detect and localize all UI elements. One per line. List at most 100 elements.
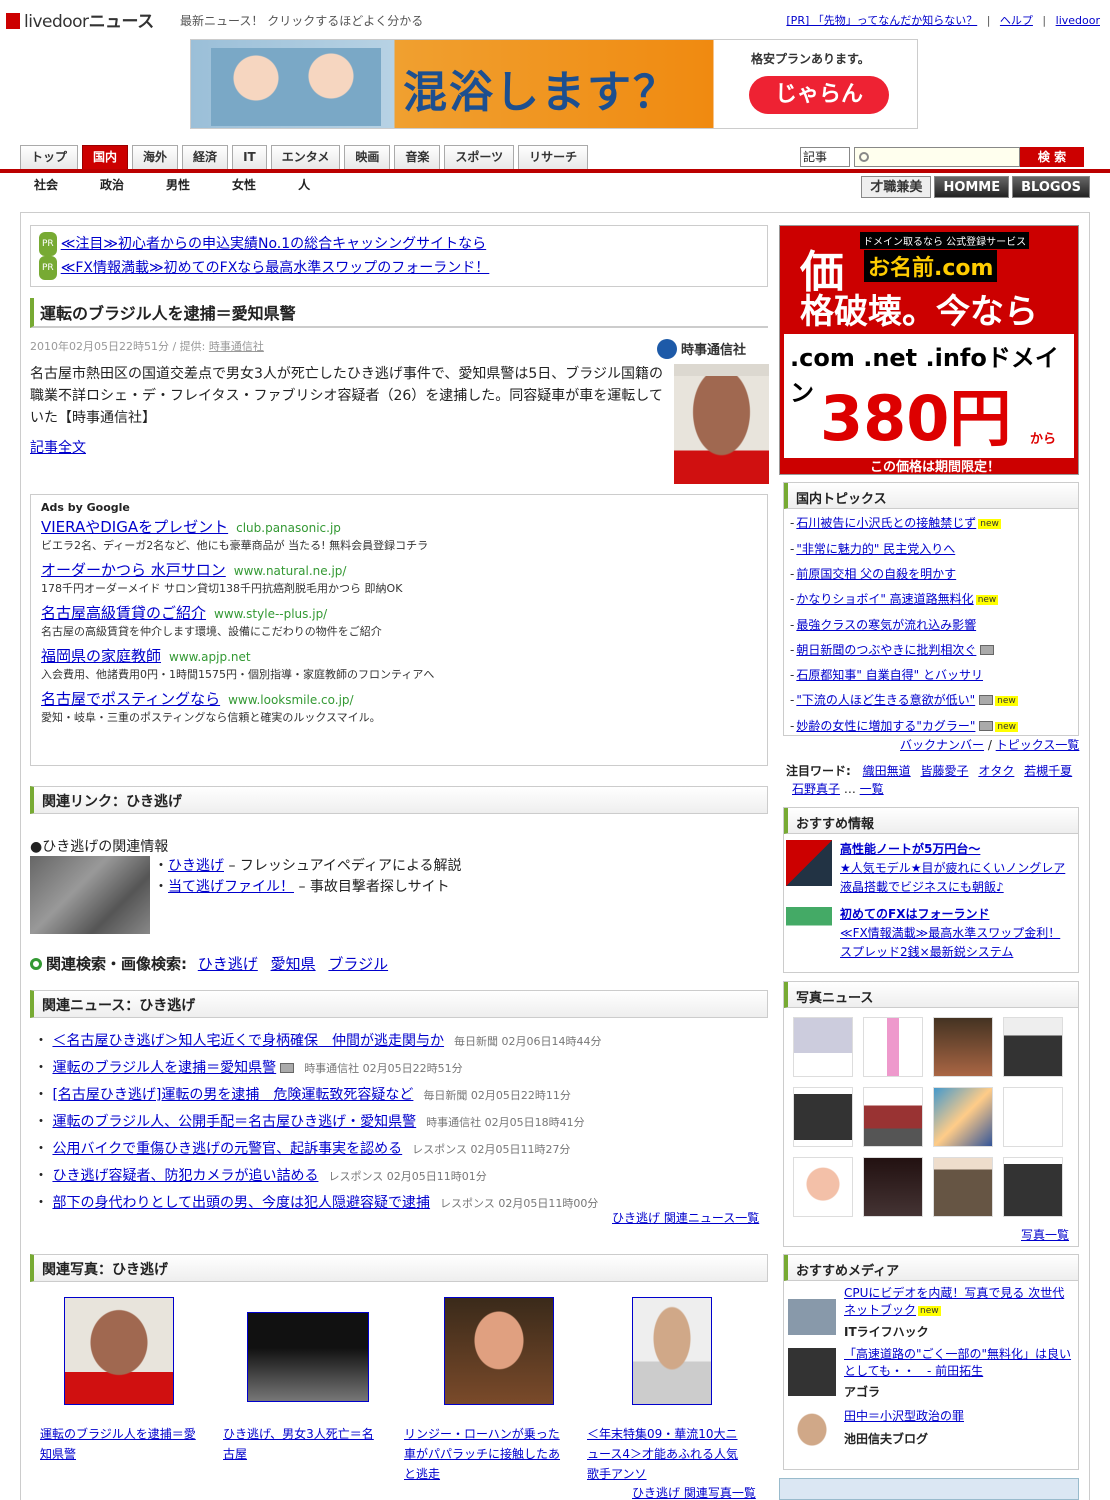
tab-domestic[interactable]: 国内 <box>82 145 129 169</box>
partner-blogos[interactable]: BLOGOS <box>1012 176 1090 198</box>
news-link[interactable]: [名古屋ひき逃げ]運転の男を逮捕 危険運転致死容疑など <box>52 1087 413 1103</box>
ad-url[interactable]: club.panasonic.jp <box>236 521 341 535</box>
related-photo-thumb[interactable] <box>247 1312 369 1402</box>
news-link[interactable]: 公用バイクで重傷ひき逃げの元警官、起訴事実を認める <box>52 1141 402 1157</box>
trend-words-more[interactable]: 一覧 <box>860 782 884 796</box>
recommend-line[interactable]: スプレッド2銭×最新鋭システム <box>840 943 1076 962</box>
article-source-link[interactable]: 時事通信社 <box>209 340 264 353</box>
related-news-more-link[interactable]: ひき逃げ 関連ニュース一覧 <box>612 1209 759 1226</box>
related-photo-thumb[interactable] <box>632 1297 712 1405</box>
media-name[interactable]: ITライフハック <box>844 1324 1074 1341</box>
subnav-people[interactable]: 人 <box>298 176 310 193</box>
media-image[interactable] <box>788 1408 836 1456</box>
topic-link[interactable]: 妙齢の女性に増加する"カグラー" <box>796 719 975 733</box>
search-scope-select[interactable]: 記事 <box>800 147 850 167</box>
topic-link[interactable]: 朝日新聞のつぶやきに批判相次ぐ <box>796 643 976 657</box>
related-photo-caption[interactable]: ＜年末特集09・華流10大ニュース4＞才能あふれる人気歌手アンソ <box>587 1424 747 1484</box>
tab-economy[interactable]: 経済 <box>182 145 229 169</box>
ad-title[interactable]: 名古屋でポスティングなら <box>41 690 220 708</box>
topic-link[interactable]: 石原都知事" 自業自得" とバッサリ <box>796 668 983 682</box>
news-link[interactable]: 運転のブラジル人、公開手配＝名古屋ひき逃げ・愛知県警 <box>52 1114 416 1130</box>
news-link[interactable]: ＜名古屋ひき逃げ＞知人宅近くで身柄確保 仲間が逃走関与か <box>52 1033 444 1049</box>
related-search-term[interactable]: 愛知県 <box>271 955 316 973</box>
related-photo-caption[interactable]: リンジー・ローハンが乗った車がパパラッチに接触したあと逃走 <box>404 1424 564 1484</box>
photo-news-thumb[interactable] <box>933 1017 993 1077</box>
agora-logo-icon[interactable] <box>788 1348 836 1396</box>
partner-homme[interactable]: HOMME <box>934 176 1010 198</box>
tab-music[interactable]: 音楽 <box>394 145 441 169</box>
topic-link[interactable]: かなりショボイ" 高速道路無料化 <box>796 592 973 606</box>
topic-link[interactable]: 最強クラスの寒気が流れ込み影響 <box>796 618 976 632</box>
search-input[interactable] <box>854 147 1020 167</box>
photo-news-thumb[interactable] <box>793 1017 853 1077</box>
ad-url[interactable]: www.natural.ne.jp/ <box>234 564 347 578</box>
topic-link[interactable]: 前原国交相 父の自殺を明かす <box>796 567 956 581</box>
photo-news-thumb[interactable] <box>863 1087 923 1147</box>
source-logo[interactable]: 時事通信社 <box>657 339 746 359</box>
bottom-ad-strip[interactable] <box>779 1478 1079 1500</box>
news-link[interactable]: 運転のブラジル人を逮捕＝愛知県警 <box>52 1060 276 1076</box>
pr-link-2[interactable]: ≪FX情報満載≫初めてのFXなら最高水準スワップのフォーランド！ <box>61 260 490 276</box>
trend-word[interactable]: 織田無道 <box>863 764 911 778</box>
topic-link[interactable]: "非常に魅力的" 民主党入りへ <box>796 542 955 556</box>
media-image[interactable] <box>788 1287 836 1335</box>
article-photo[interactable] <box>674 364 769 484</box>
onamae-ad[interactable]: 価 ドメイン取るなら 公式登録サービス お名前.com 格破壊。今なら .com… <box>779 225 1079 475</box>
search-button[interactable]: 検 索 <box>1020 147 1084 167</box>
tab-top[interactable]: トップ <box>20 145 79 169</box>
tab-movie[interactable]: 映画 <box>344 145 391 169</box>
ad-title[interactable]: 福岡県の家庭教師 <box>41 647 161 665</box>
trend-word[interactable]: オタク <box>978 764 1014 778</box>
recommend-title[interactable]: 初めてのFXはフォーランド <box>840 905 1076 924</box>
livedoor-news-logo[interactable]: livedoorニュース <box>6 7 154 32</box>
pr-link-1[interactable]: ≪注目≫初心者からの申込実績No.1の総合キャッシングサイトなら <box>61 236 486 252</box>
photo-news-thumb[interactable] <box>863 1157 923 1217</box>
recommend-line[interactable]: ≪FX情報満載≫最高水準スワップ金利！ <box>840 924 1076 943</box>
topic-link[interactable]: "下流の人ほど生きる意欲が低い" <box>796 693 975 707</box>
related-photo-caption[interactable]: 運転のブラジル人を逮捕＝愛知県警 <box>40 1424 200 1464</box>
photo-news-thumb[interactable] <box>933 1157 993 1217</box>
tab-world[interactable]: 海外 <box>132 145 179 169</box>
related-info-photo[interactable] <box>30 856 150 934</box>
backnumber-link[interactable]: バックナンバー <box>900 738 984 752</box>
related-search-term[interactable]: ブラジル <box>328 955 388 973</box>
read-full-article-link[interactable]: 記事全文 <box>30 437 86 457</box>
ad-url[interactable]: www.looksmile.co.jp/ <box>228 693 353 707</box>
recommend-image[interactable] <box>786 840 832 886</box>
topics-list-link[interactable]: トピックス一覧 <box>996 738 1080 752</box>
recommend-image[interactable] <box>786 907 832 953</box>
ad-title[interactable]: 名古屋高級賃貸のご紹介 <box>41 604 206 622</box>
tab-sports[interactable]: スポーツ <box>444 145 515 169</box>
recommend-line[interactable]: 液晶搭載でビジネスにも朝飯♪ <box>840 878 1076 897</box>
photo-news-thumb[interactable] <box>793 1157 853 1217</box>
media-link[interactable]: 田中＝小沢型政治の罪 <box>844 1409 964 1423</box>
topic-link[interactable]: 石川被告に小沢氏との接触禁じず <box>796 516 976 530</box>
photo-news-thumb[interactable] <box>863 1017 923 1077</box>
photo-news-thumb[interactable] <box>1003 1017 1063 1077</box>
ad-title[interactable]: VIERAやDIGAをプレゼント <box>41 518 228 536</box>
related-link-2[interactable]: 当て逃げファイル！ <box>168 879 294 895</box>
related-photo-thumb[interactable] <box>64 1297 174 1405</box>
photo-news-thumb[interactable] <box>1003 1157 1063 1217</box>
news-link[interactable]: ひき逃げ容疑者、防犯カメラが追い詰める <box>52 1168 318 1184</box>
news-link[interactable]: 部下の身代わりとして出頭の男、今度は犯人隠避容疑で逮捕 <box>52 1195 430 1211</box>
trend-word[interactable]: 石野真子 <box>792 782 840 796</box>
ad-title[interactable]: オーダーかつら 水戸サロン <box>41 561 226 579</box>
pr-top-link[interactable]: [PR] 「先物」ってなんだか知らない？ <box>786 14 977 27</box>
media-name[interactable]: 池田信夫ブログ <box>844 1431 1074 1448</box>
partner-shokukenbi[interactable]: 才職兼美 <box>861 176 932 198</box>
media-link[interactable]: CPUにビデオを内蔵！写真で見る 次世代ネットブック <box>844 1286 1064 1317</box>
ad-url[interactable]: www.apjp.net <box>169 650 251 664</box>
ad-url[interactable]: www.style--plus.jp/ <box>214 607 327 621</box>
media-name[interactable]: アゴラ <box>844 1384 1074 1401</box>
photo-news-thumb[interactable] <box>933 1087 993 1147</box>
subnav-women[interactable]: 女性 <box>232 176 256 193</box>
subnav-men[interactable]: 男性 <box>166 176 190 193</box>
related-photos-more-link[interactable]: ひき逃げ 関連写真一覧 <box>632 1484 756 1500</box>
trend-word[interactable]: 皆藤愛子 <box>920 764 968 778</box>
related-search-term[interactable]: ひき逃げ <box>198 955 258 973</box>
recommend-title[interactable]: 高性能ノートが5万円台〜 <box>840 840 1076 859</box>
recommend-line[interactable]: ★人気モデル★目が疲れにくいノングレア <box>840 859 1076 878</box>
tab-it[interactable]: IT <box>232 145 267 169</box>
photo-news-thumb[interactable] <box>1003 1087 1063 1147</box>
